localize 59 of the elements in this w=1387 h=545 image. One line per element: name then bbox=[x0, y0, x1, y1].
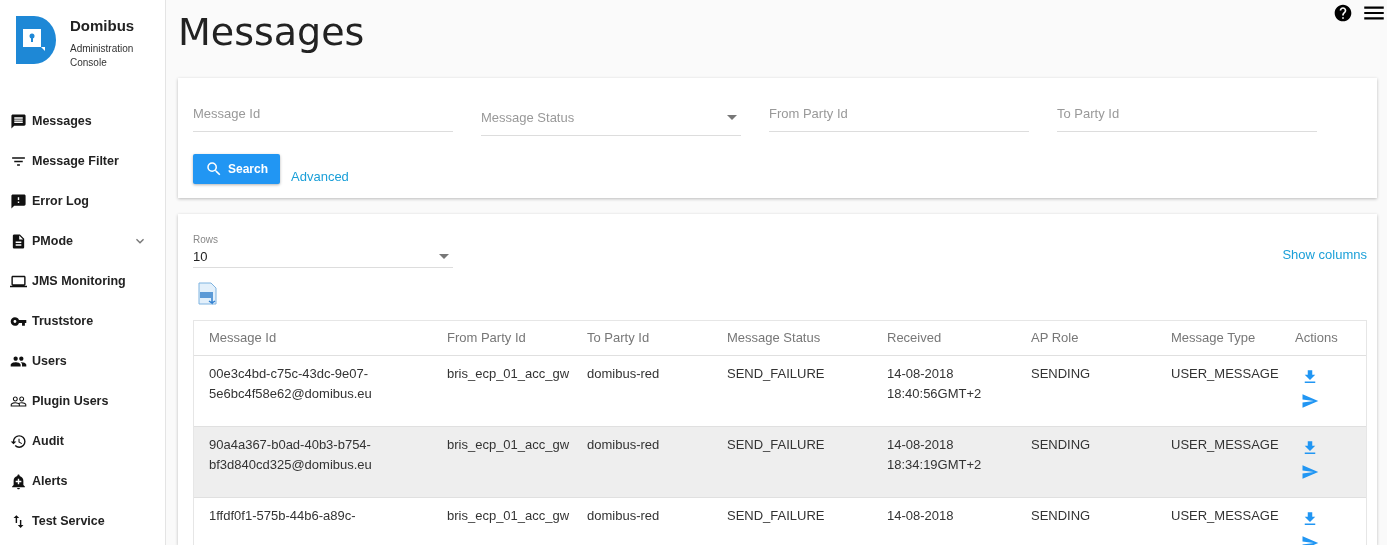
nav-icon bbox=[10, 112, 27, 130]
table-cell-text: SEND_FAILURE bbox=[727, 365, 826, 383]
help-icon[interactable] bbox=[1333, 3, 1353, 23]
nav-item[interactable]: Test Service bbox=[10, 501, 156, 541]
table-row[interactable]: 90a4a367-b0ad-40b3-b754-bf3d840cd325@domibus.eu bris_ecp_01_acc_gw domibus-red SEND_FAILURE 14-08-2018 18:34:19GMT+2 SENDING USER_MESSAGE bbox=[194, 427, 1366, 498]
table-row[interactable]: 1ffdf0f1-575b-44b6-a89c- bris_ecp_01_acc_gw domibus-red SEND_FAILURE 14-08-2018 SENDING USER_MESSAGE bbox=[194, 498, 1366, 545]
dropdown-arrow-icon bbox=[439, 254, 449, 259]
nav-item[interactable]: Audit bbox=[10, 421, 156, 461]
table-cell-text: bris_ecp_01_acc_gw bbox=[447, 507, 571, 525]
table-cell-text: domibus-red bbox=[587, 507, 661, 525]
column-header[interactable]: From Party Id bbox=[447, 321, 587, 355]
table-cell-text: bris_ecp_01_acc_gw bbox=[447, 436, 571, 454]
table-cell-text: 1ffdf0f1-575b-44b6-a89c- bbox=[209, 507, 357, 525]
table-cell-text: 14-08-2018 18:34:19GMT+2 bbox=[887, 436, 983, 475]
nav-item[interactable]: Plugin Users bbox=[10, 381, 156, 421]
column-header[interactable]: Message Status bbox=[727, 321, 887, 355]
nav-icon bbox=[10, 192, 27, 210]
column-header[interactable]: AP Role bbox=[1031, 321, 1171, 355]
csv-export-icon[interactable] bbox=[197, 282, 219, 306]
table-cell-text: USER_MESSAGE bbox=[1171, 507, 1280, 525]
column-header[interactable]: To Party Id bbox=[587, 321, 727, 355]
table-cell-text: SEND_FAILURE bbox=[727, 436, 826, 454]
nav-item[interactable]: Error Log bbox=[10, 181, 156, 221]
send-icon[interactable] bbox=[1301, 392, 1319, 410]
rows-select[interactable]: Rows 10 bbox=[193, 234, 453, 268]
table-cell-text: USER_MESSAGE bbox=[1171, 365, 1280, 383]
table-cell-text: bris_ecp_01_acc_gw bbox=[447, 365, 571, 383]
nav-item[interactable]: Message Filter bbox=[10, 141, 156, 181]
nav-icon bbox=[10, 472, 27, 490]
nav-item[interactable]: Users bbox=[10, 341, 156, 381]
nav-item[interactable]: PMode bbox=[10, 221, 156, 261]
column-header[interactable]: Actions bbox=[1295, 321, 1366, 355]
nav-item[interactable]: JMS Monitoring bbox=[10, 261, 156, 301]
column-header[interactable]: Message Id bbox=[209, 321, 447, 355]
table-cell-text: 14-08-2018 18:40:56GMT+2 bbox=[887, 365, 983, 404]
table-cell-text: 00e3c4bd-c75c-43dc-9e07-5e6bc4f58e62@domibus.eu bbox=[209, 365, 373, 404]
nav-item[interactable]: Truststore bbox=[10, 301, 156, 341]
table-cell-text: domibus-red bbox=[587, 365, 661, 383]
nav-item[interactable]: Alerts bbox=[10, 461, 156, 501]
nav-icon bbox=[10, 232, 27, 250]
table-cell-text: 14-08-2018 bbox=[887, 507, 955, 525]
page-title: Messages bbox=[178, 10, 365, 56]
table-cell-text: SEND_FAILURE bbox=[727, 507, 826, 525]
nav-icon bbox=[10, 432, 27, 450]
dropdown-arrow-icon bbox=[727, 115, 737, 120]
column-header[interactable]: Message Type bbox=[1171, 321, 1295, 355]
brand-subtitle: Administration Console bbox=[70, 42, 135, 69]
table-cell-text: SENDING bbox=[1031, 507, 1092, 525]
table-cell-text: domibus-red bbox=[587, 436, 661, 454]
logo-icon bbox=[14, 14, 58, 66]
nav-item[interactable]: Messages bbox=[10, 101, 156, 141]
table-cell-text: USER_MESSAGE bbox=[1171, 436, 1280, 454]
column-header[interactable]: Received bbox=[887, 321, 1031, 355]
send-icon[interactable] bbox=[1301, 463, 1319, 481]
search-icon bbox=[205, 160, 223, 178]
table-cell-text: SENDING bbox=[1031, 436, 1092, 454]
brand-name: Domibus bbox=[70, 17, 136, 34]
table-cell-text: 90a4a367-b0ad-40b3-b754-bf3d840cd325@domibus.eu bbox=[209, 436, 373, 475]
table-cell-text: SENDING bbox=[1031, 365, 1092, 383]
